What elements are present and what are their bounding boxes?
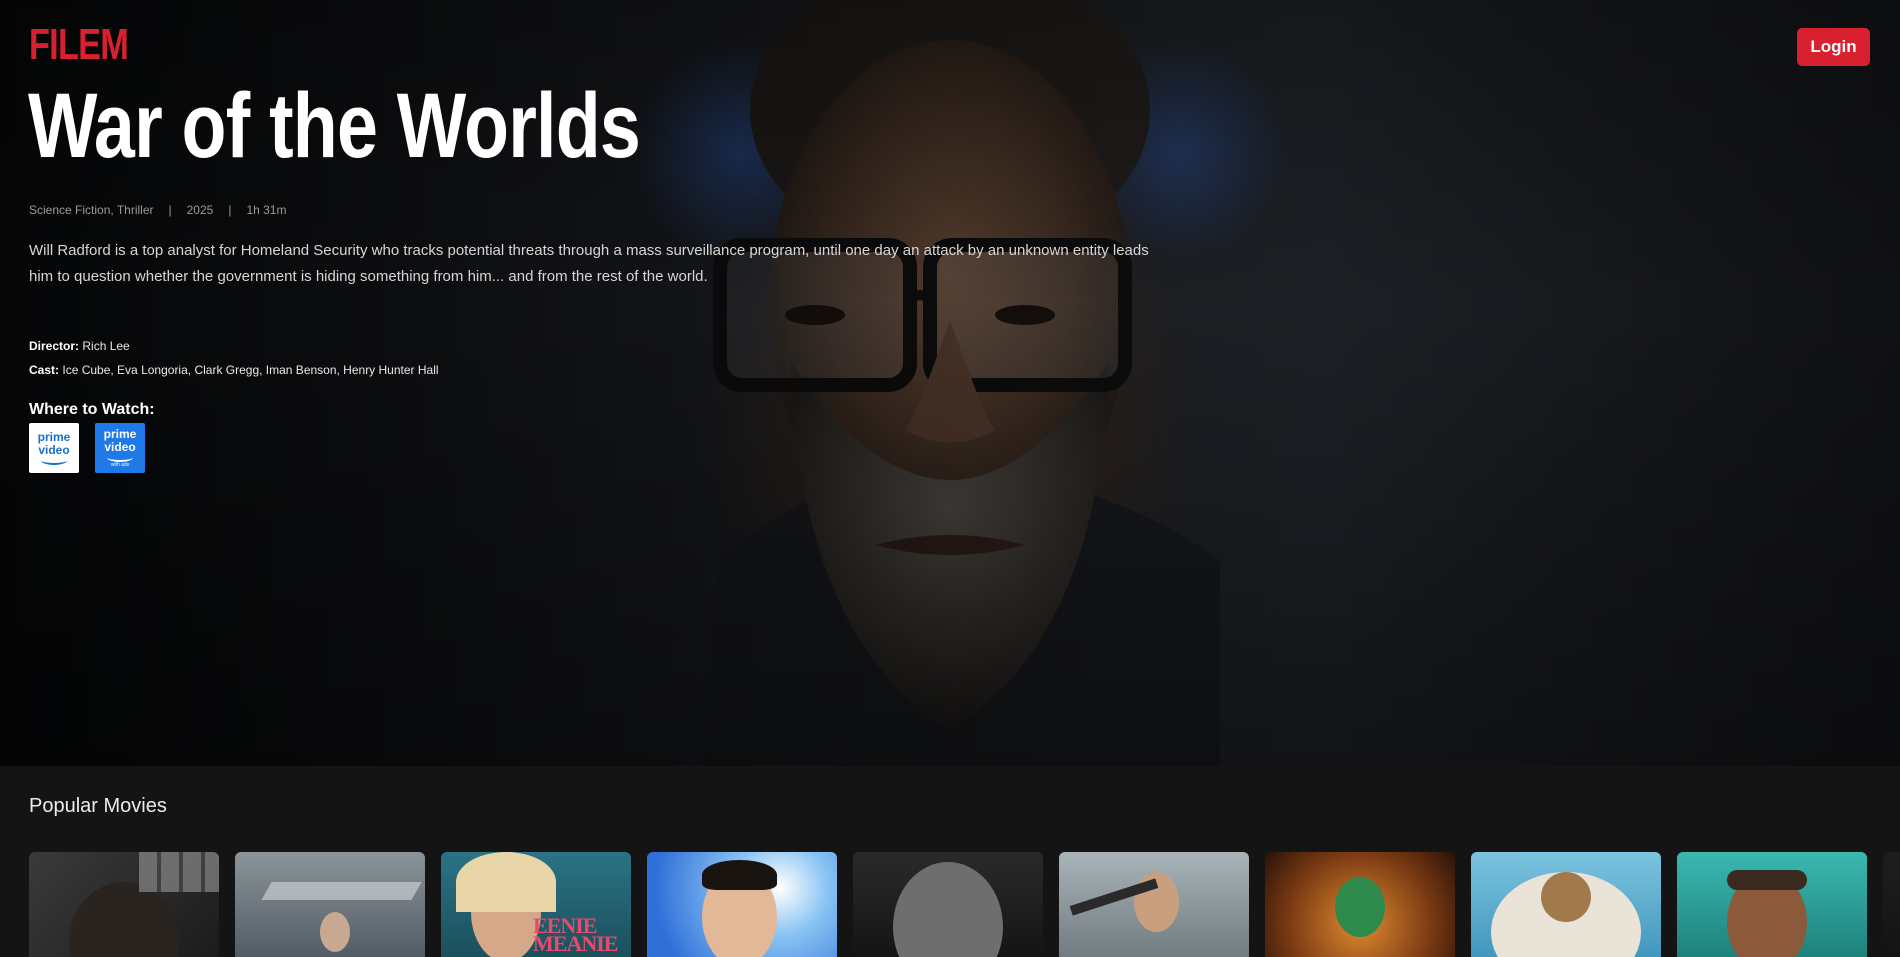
provider-sub: with ads [110,462,130,468]
cast-names: Ice Cube, Eva Longoria, Clark Gregg, Ima… [62,363,439,377]
movie-poster[interactable] [1471,852,1661,957]
brand-logo[interactable]: FILEM [29,20,129,70]
cast-label: Cast: [29,363,60,377]
featured-runtime: 1h 31m [246,203,287,217]
poster-figure [893,862,1003,957]
meta-separator: | [228,203,232,217]
prime-video-icon[interactable]: prime video [29,423,79,473]
featured-title: War of the Worlds [28,75,641,177]
poster-goggles [1727,870,1807,890]
featured-meta: Science Fiction, Thriller | 2025 | 1h 31m [29,203,286,217]
featured-genres: Science Fiction, Thriller [29,203,154,217]
popular-movies-row: EENIE MEANIE [29,852,1900,957]
poster-hair [456,852,556,912]
amazon-smile-icon [41,456,67,465]
meta-separator: | [168,203,172,217]
featured-year: 2025 [186,203,214,217]
popular-movies-heading: Popular Movies [29,795,167,817]
featured-synopsis: Will Radford is a top analyst for Homela… [29,242,1149,285]
movie-poster[interactable] [235,852,425,957]
where-to-watch-heading: Where to Watch: [29,401,155,418]
director-label: Director: [29,339,80,353]
movie-poster[interactable] [29,852,219,957]
poster-figure [69,882,179,957]
movie-poster[interactable] [853,852,1043,957]
poster-figure [1335,877,1385,937]
poster-figure [1134,872,1179,932]
movie-poster[interactable] [1677,852,1867,957]
poster-collage [139,852,219,892]
featured-cast: Cast: Ice Cube, Eva Longoria, Clark Greg… [29,363,439,377]
movie-poster[interactable] [1059,852,1249,957]
poster-figure [1541,872,1591,922]
movie-poster[interactable] [647,852,837,957]
movie-poster[interactable] [1883,852,1900,957]
featured-director: Director: Rich Lee [29,339,130,353]
movie-poster[interactable]: EENIE MEANIE [441,852,631,957]
prime-video-with-ads-icon[interactable]: prime video with ads [95,423,145,473]
amazon-smile-icon [107,453,133,462]
poster-figure [320,912,350,952]
director-name: Rich Lee [82,339,130,353]
login-button[interactable]: Login [1797,28,1870,66]
movie-poster[interactable] [1265,852,1455,957]
poster-title: EENIE MEANIE [533,913,618,956]
poster-hair [702,860,777,890]
